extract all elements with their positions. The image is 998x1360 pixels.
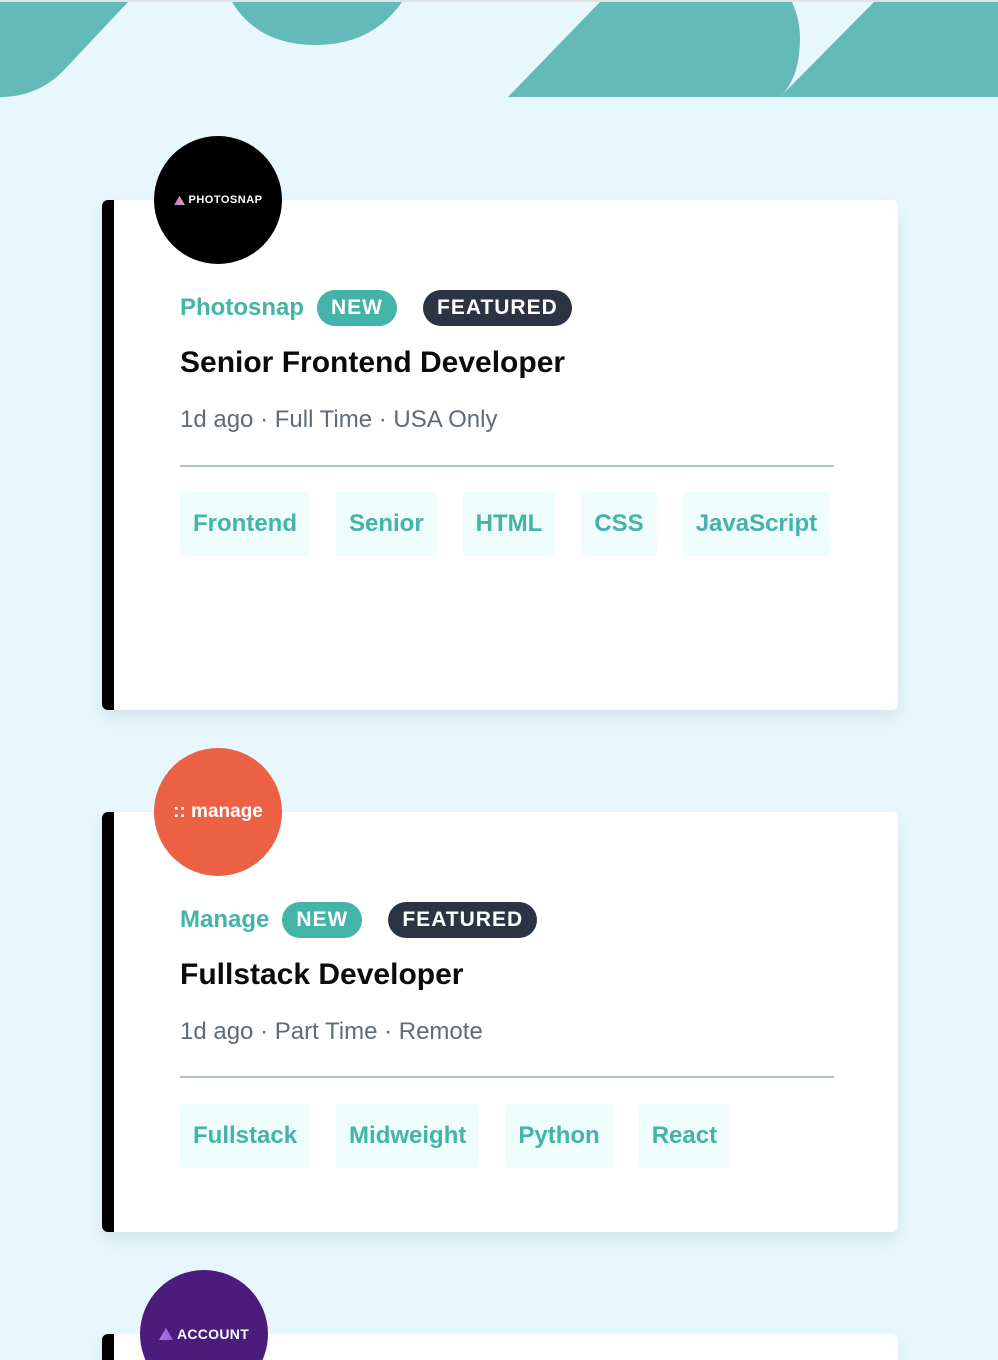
card-divider xyxy=(180,465,834,467)
tag-css[interactable]: CSS xyxy=(581,492,657,556)
logo-label: :: manage xyxy=(173,801,263,822)
company-row: Manage NEW FEATURED xyxy=(180,902,538,938)
tag-frontend[interactable]: Frontend xyxy=(180,492,310,556)
triangle-gradient-icon xyxy=(158,1328,173,1340)
featured-badge: FEATURED xyxy=(423,290,572,326)
card-divider xyxy=(180,1076,834,1078)
tag-senior[interactable]: Senior xyxy=(335,492,437,556)
job-position-title[interactable]: Senior Frontend Developer xyxy=(180,346,565,380)
company-logo-manage: :: manage xyxy=(154,748,282,876)
tag-midweight[interactable]: Midweight xyxy=(336,1104,480,1168)
company-name: Photosnap xyxy=(180,294,304,321)
tag-html[interactable]: HTML xyxy=(462,492,556,556)
triangle-gradient-icon xyxy=(173,195,185,205)
company-logo-account: ACCOUNT xyxy=(140,1270,268,1360)
job-listing-card[interactable]: Photosnap NEW FEATURED Senior Frontend D… xyxy=(102,200,898,710)
job-meta: 1d ago · Part Time · Remote xyxy=(180,1018,483,1045)
header-background-pattern xyxy=(0,2,998,97)
logo-label: PHOTOSNAP xyxy=(188,194,263,206)
job-meta: 1d ago · Full Time · USA Only xyxy=(180,406,498,433)
tag-react[interactable]: React xyxy=(638,1104,731,1168)
job-position-title[interactable]: Fullstack Developer xyxy=(180,958,463,992)
new-badge: NEW xyxy=(317,290,397,326)
new-badge: NEW xyxy=(282,902,363,938)
company-name: Manage xyxy=(180,906,270,933)
featured-badge: FEATURED xyxy=(388,902,538,938)
company-row: Photosnap NEW FEATURED xyxy=(180,290,572,326)
tag-list: Frontend Senior HTML CSS JavaScript xyxy=(180,492,834,556)
tag-javascript[interactable]: JavaScript xyxy=(682,492,831,556)
logo-label: ACCOUNT xyxy=(176,1326,250,1342)
company-logo-photosnap: PHOTOSNAP xyxy=(154,136,282,264)
tag-list: Fullstack Midweight Python React xyxy=(180,1104,834,1168)
tag-python[interactable]: Python xyxy=(505,1104,613,1168)
tag-fullstack[interactable]: Fullstack xyxy=(180,1104,311,1168)
